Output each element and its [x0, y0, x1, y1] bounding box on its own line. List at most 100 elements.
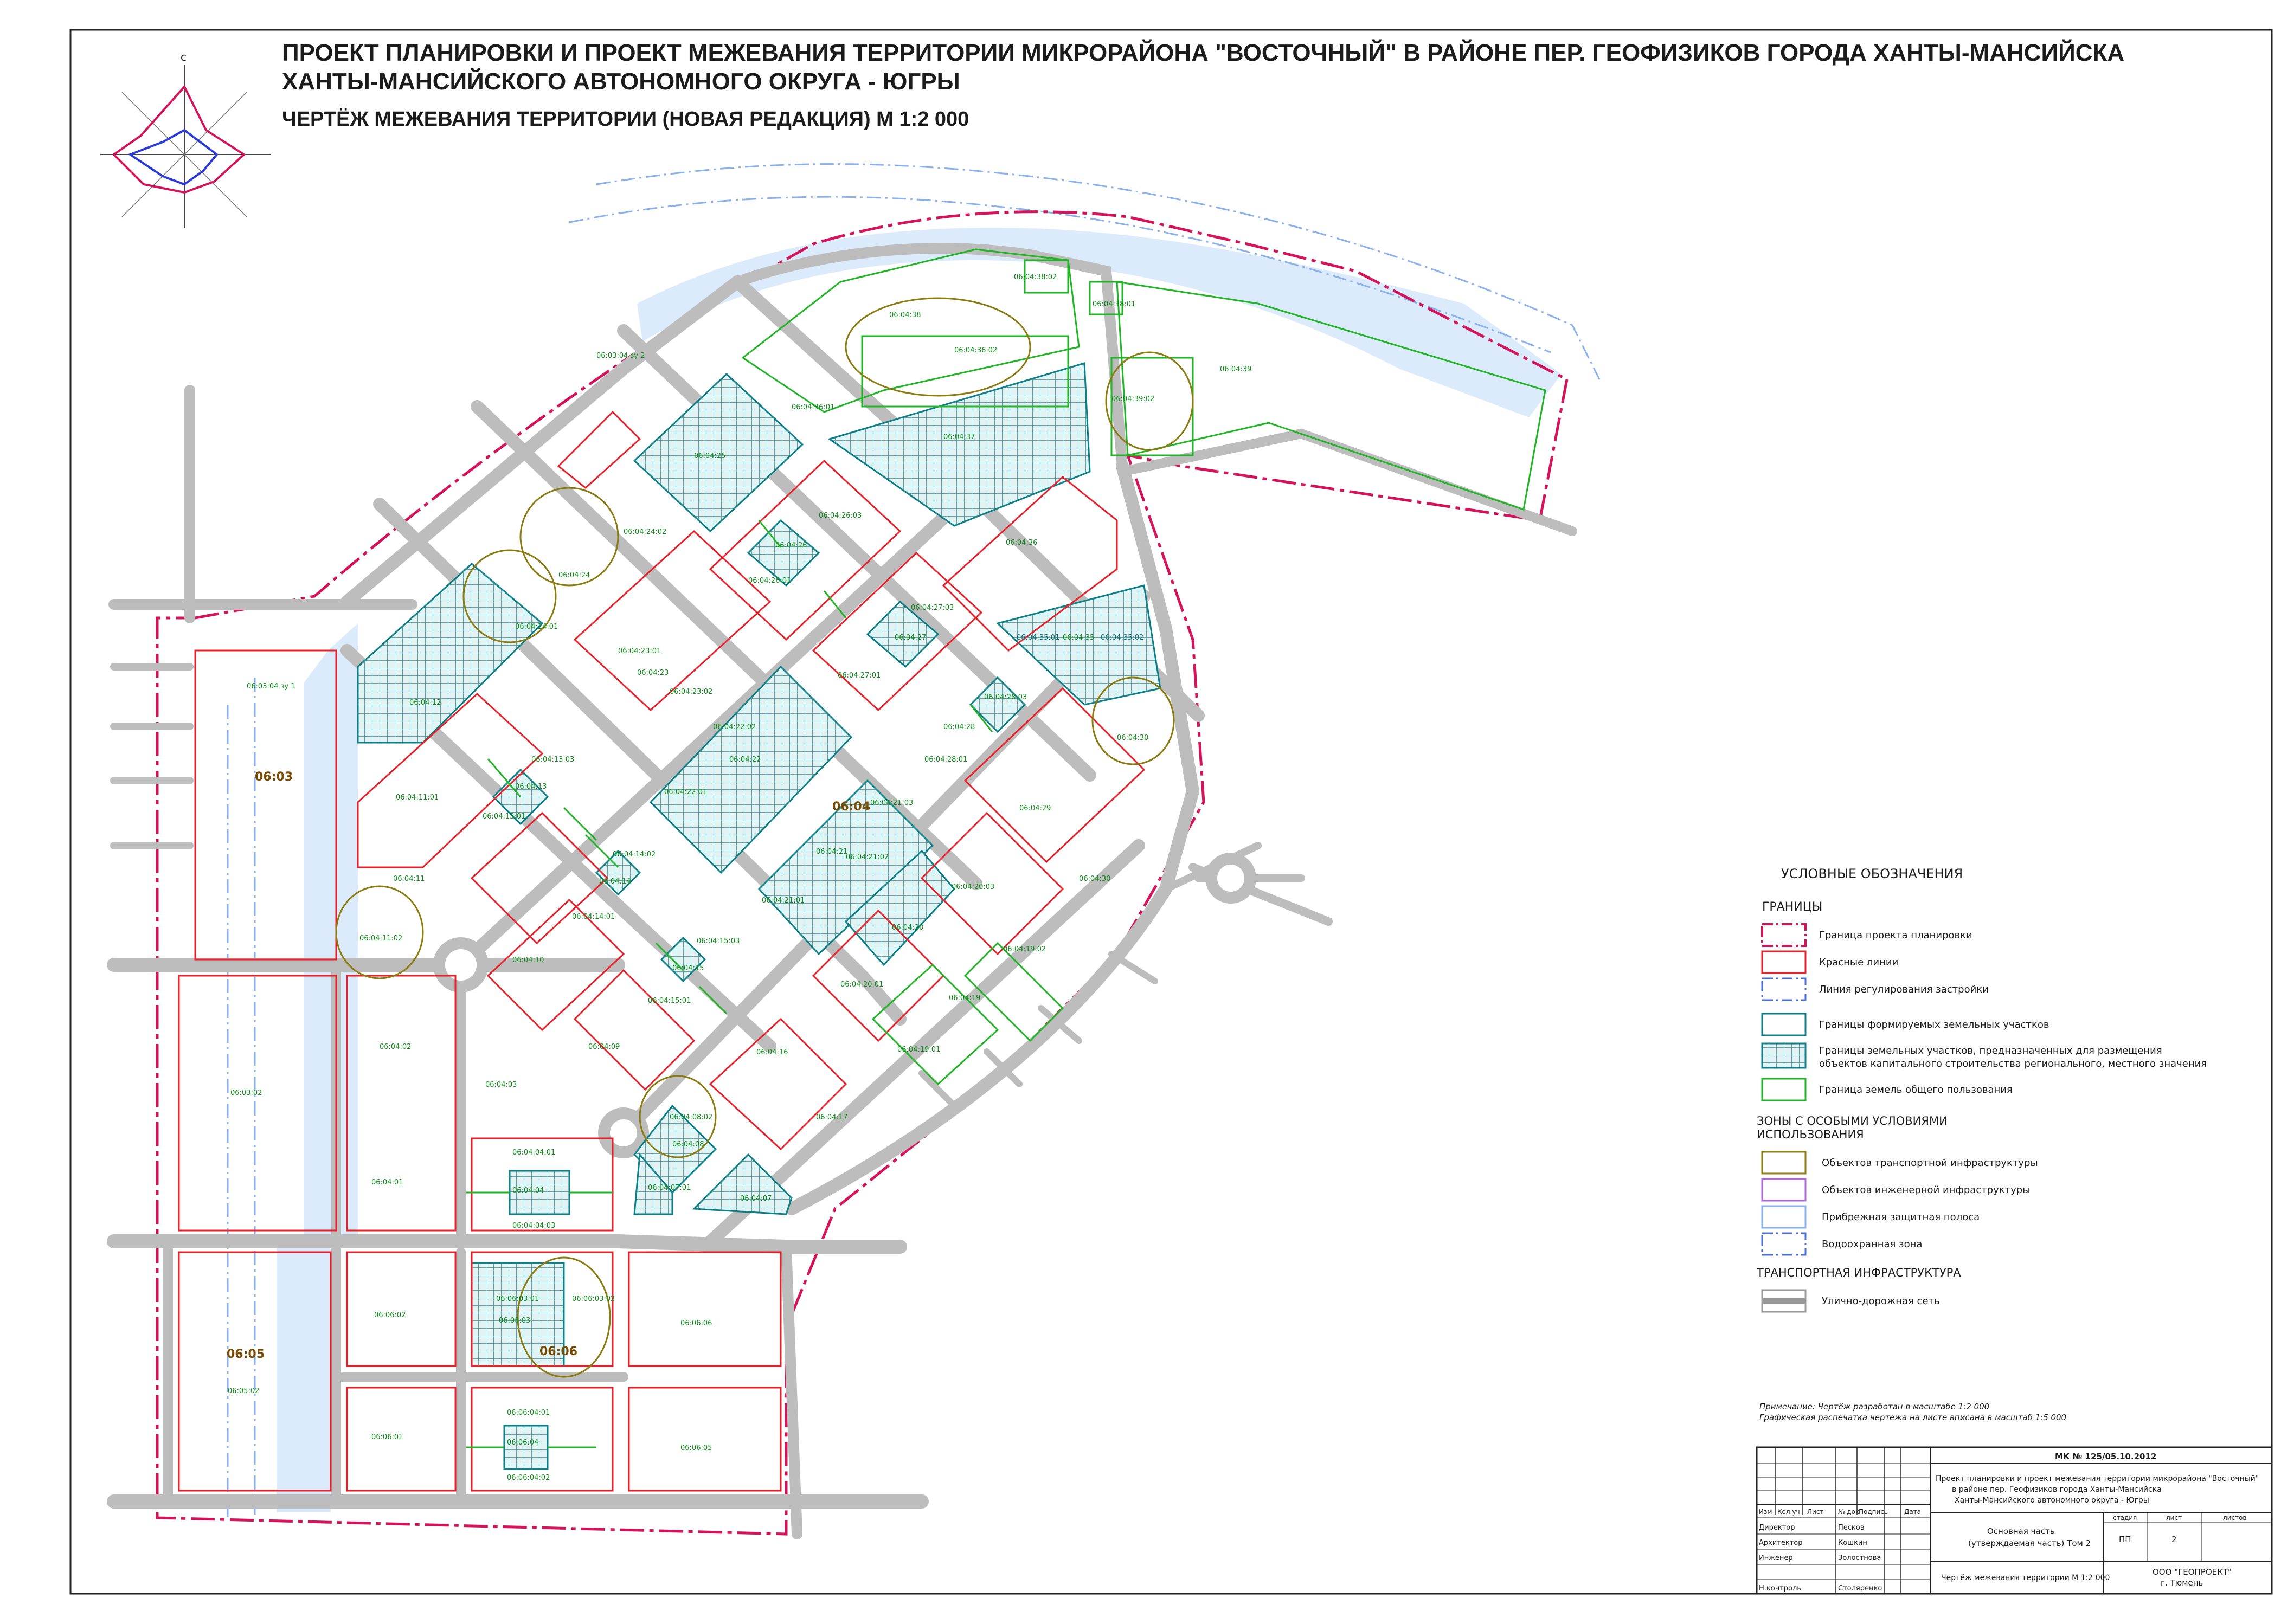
- stamp-drawing: Чертёж межевания территории М 1:2 000: [1941, 1574, 2110, 1582]
- label-0604-08: 06:04:08: [672, 1140, 704, 1149]
- roundabout-south: [598, 1107, 649, 1158]
- stamp-role-2: Инженер: [1759, 1554, 1793, 1562]
- stamp-col-list: Лист: [1807, 1508, 1823, 1516]
- label-0603-02: 06:03:02: [230, 1089, 262, 1097]
- stamp-role-0: Директор: [1759, 1524, 1795, 1532]
- title-line1: ПРОЕКТ ПЛАНИРОВКИ И ПРОЕКТ МЕЖЕВАНИЯ ТЕР…: [282, 38, 2124, 66]
- stamp-col-ndok: № док: [1838, 1508, 1859, 1516]
- legend-heading: УСЛОВНЫЕ ОБОЗНАЧЕНИЯ: [1781, 866, 1963, 881]
- label-zu-0603-04-2: 06:03:04 зу 2: [596, 352, 645, 360]
- label-0604-08-02: 06:04:08:02: [670, 1113, 712, 1122]
- label-0604-21-03: 06:04:21:03: [870, 799, 913, 807]
- label-0604-15: 06:04:15: [672, 964, 704, 972]
- label-0604-39: 06:04:39: [1220, 365, 1251, 373]
- quarter-0603: 06:03: [255, 770, 293, 784]
- legend-swatch-water-zone: [1761, 1232, 1807, 1256]
- stamp-name-0: Песков: [1838, 1524, 1864, 1532]
- roundabout-west: [433, 937, 489, 993]
- stamp-desc-3: Ханты-Мансийского автономного округа - Ю…: [1955, 1496, 2149, 1505]
- label-0606-04-01: 06:06:04:01: [507, 1409, 550, 1417]
- label-0604-07-01: 06:04:07:01: [648, 1184, 691, 1192]
- stamp-name-4: Столяренко: [1838, 1584, 1882, 1593]
- label-0604-38-02: 06:04:38:02: [1014, 273, 1057, 281]
- label-0604-28-03: 06:04:28:03: [984, 693, 1027, 701]
- stamp-col-izm: Изм: [1759, 1508, 1772, 1516]
- legend-swatch-project: [1761, 923, 1807, 947]
- label-0604-30-b: 06:04:30: [1079, 875, 1110, 883]
- label-zu-0603-04-1: 06:03:04 зу 1: [247, 682, 295, 691]
- stamp-col-data: Дата: [1904, 1508, 1921, 1516]
- label-0604-22-01: 06:04:22:01: [664, 788, 707, 796]
- stamp-name-1: Кошкин: [1838, 1539, 1867, 1547]
- legend-item-public: Граница земель общего пользования: [1819, 1084, 2013, 1095]
- label-0604-28-01: 06:04:28:01: [924, 756, 967, 764]
- legend-swatch-public: [1761, 1078, 1807, 1101]
- label-0604-11-02: 06:04:11:02: [359, 935, 402, 943]
- label-0604-19-01: 06:04:19:01: [897, 1046, 940, 1054]
- label-0604-24-01: 06:04:24:01: [515, 623, 558, 631]
- quarter-0605: 06:05: [227, 1348, 265, 1361]
- label-0604-02: 06:04:02: [380, 1043, 411, 1051]
- stamp-desc-1: Проект планировки и проект межевания тер…: [1936, 1474, 2259, 1483]
- legend-zone-engineering: Объектов инженерной инфраструктуры: [1822, 1184, 2030, 1196]
- label-0604-27-01: 06:04:27:01: [838, 672, 881, 680]
- stamp-part-2: (утверждаемая часть) Том 2: [1968, 1538, 2091, 1548]
- stamp-sheet: 2: [2171, 1535, 2177, 1544]
- stamp-col-koluch: Кол.уч: [1777, 1508, 1800, 1516]
- label-0604-26: 06:04:26: [775, 542, 807, 550]
- legend-swatch-capital: [1761, 1042, 1807, 1069]
- label-0604-36: 06:04:36: [1006, 539, 1037, 547]
- label-0604-23-01: 06:04:23:01: [618, 647, 661, 655]
- label-0604-14-01: 06:04:14:01: [572, 913, 615, 921]
- note-line2: Графическая распечатка чертежа на листе …: [1759, 1413, 2066, 1422]
- title-line2: ХАНТЫ-МАНСИЙСКОГО АВТОНОМНОГО ОКРУГА - Ю…: [282, 67, 960, 95]
- label-0604-14-02: 06:04:14:02: [613, 850, 656, 859]
- legend-zones-title-2: ИСПОЛЬЗОВАНИЯ: [1757, 1128, 1864, 1141]
- legend-zone-transport: Объектов транспортной инфраструктуры: [1822, 1157, 2038, 1169]
- label-0606-04: 06:06:04: [507, 1439, 538, 1447]
- stamp-role-4: Н.контроль: [1759, 1584, 1801, 1593]
- label-0606-04-02: 06:06:04:02: [507, 1474, 550, 1482]
- label-0606-06: 06:06:06: [680, 1319, 712, 1327]
- label-0606-03-01: 06:06:03:01: [496, 1295, 539, 1303]
- label-0606-01: 06:06:01: [371, 1433, 403, 1441]
- legend-item-red: Красные линии: [1819, 957, 1898, 968]
- title-block: МК № 125/05.10.2012 Проект планировки и …: [1756, 1446, 2273, 1595]
- label-0604-04: 06:04:04: [512, 1187, 544, 1195]
- legend-item-capital-1: Границы земельных участков, предназначен…: [1819, 1045, 2162, 1056]
- label-0604-19-02: 06:04:19:02: [1003, 945, 1046, 953]
- label-0604-35: 06:04:35: [1063, 634, 1094, 642]
- label-0604-10: 06:04:10: [512, 956, 544, 964]
- stamp-col-podpis: Подпись: [1859, 1508, 1888, 1516]
- label-0604-37: 06:04:37: [943, 433, 975, 441]
- title-subtitle: ЧЕРТЁЖ МЕЖЕВАНИЯ ТЕРРИТОРИИ (НОВАЯ РЕДАК…: [282, 107, 969, 131]
- stamp-stage-header: стадия: [2113, 1514, 2137, 1522]
- legend-swatch-coastal-zone: [1761, 1205, 1807, 1229]
- label-0604-22: 06:04:22: [729, 756, 761, 764]
- label-0604-39-02: 06:04:39:02: [1111, 395, 1154, 403]
- legend-road: Улично-дорожная сеть: [1822, 1296, 1940, 1307]
- label-0604-26-03: 06:04:26:03: [819, 512, 862, 520]
- label-0604-30: 06:04:30: [1117, 734, 1148, 742]
- stamp-stage: ПП: [2119, 1535, 2131, 1544]
- label-0604-27-03: 06:04:27:03: [911, 604, 954, 612]
- label-0604-15-01: 06:04:15:01: [648, 997, 691, 1005]
- stamp-role-1: Архитектор: [1759, 1539, 1803, 1547]
- label-0604-13-03: 06:04:13:03: [531, 756, 574, 764]
- legend-item-regulation: Линия регулирования застройки: [1819, 984, 1989, 995]
- label-0604-21-01: 06:04:21:01: [762, 897, 805, 905]
- label-0604-23: 06:04:23: [637, 669, 669, 677]
- label-0604-11-01: 06:04:11:01: [396, 794, 439, 802]
- label-0604-27: 06:04:27: [895, 634, 926, 642]
- stamp-name-2: Золостнова: [1838, 1554, 1881, 1562]
- label-0604-22-02: 06:04:22:02: [713, 723, 756, 731]
- label-0604-07: 06:04:07: [740, 1195, 772, 1203]
- stamp-part-1: Основная часть: [1987, 1526, 2055, 1536]
- label-0604-16: 06:04:16: [756, 1048, 788, 1056]
- label-0604-17: 06:04:17: [816, 1113, 847, 1122]
- label-0605-02: 06:05:02: [228, 1387, 259, 1395]
- label-0604-24: 06:04:24: [558, 571, 590, 579]
- label-0604-25: 06:04:25: [694, 452, 725, 460]
- label-0604-15-03: 06:04:15:03: [697, 937, 740, 945]
- label-0606-02: 06:06:02: [374, 1311, 406, 1319]
